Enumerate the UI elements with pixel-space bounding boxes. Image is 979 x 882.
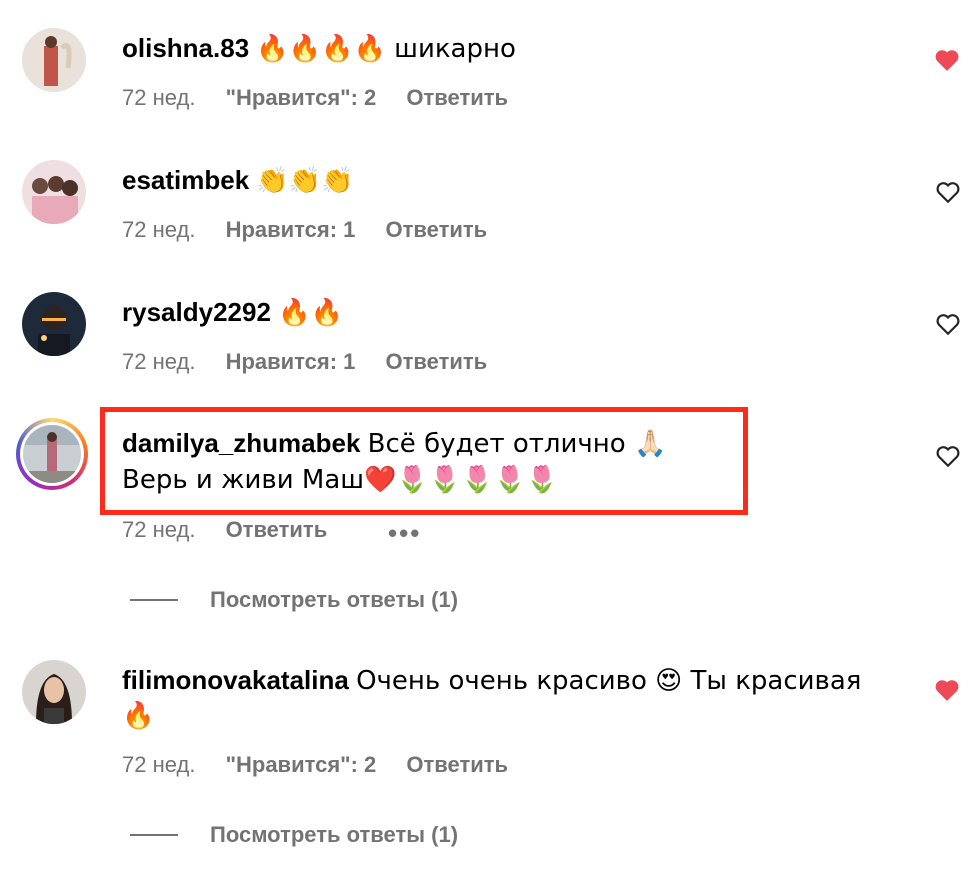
timestamp[interactable]: 72 нед.	[122, 752, 195, 777]
comment-text-line-2: Верь и живи Маш❤️🌷🌷🌷🌷🌷	[122, 465, 559, 495]
likes-count[interactable]: "Нравится": 2	[226, 752, 377, 777]
comment-text-line-2: 🔥	[122, 701, 155, 731]
username-link[interactable]: damilya_zhumabek	[122, 428, 360, 458]
comment-meta: 72 нед. Нравится: 1 Ответить	[122, 348, 511, 376]
heart-outline-icon[interactable]	[935, 444, 961, 468]
reply-button[interactable]: Ответить	[386, 217, 488, 242]
likes-count[interactable]: Нравится: 1	[226, 217, 356, 242]
comment-meta: 72 нед. Ответить	[122, 516, 351, 544]
avatar[interactable]	[23, 425, 81, 483]
comment-text: 🔥🔥	[278, 298, 343, 328]
heart-outline-icon[interactable]	[935, 312, 961, 336]
comment-meta: 72 нед. "Нравится": 2 Ответить	[122, 751, 532, 779]
comment-text: 👏👏👏	[256, 166, 354, 196]
comment-text-line: olishna.83 🔥🔥🔥🔥 шикарно	[122, 30, 516, 67]
username-link[interactable]: olishna.83	[122, 33, 249, 63]
comment-text: Очень очень красиво 😍 Ты красивая	[356, 666, 862, 696]
story-ring[interactable]	[16, 418, 88, 490]
comment-text-line: filimonovakatalina Очень очень красиво 😍…	[122, 662, 861, 699]
comment-text-line: rysaldy2292 🔥🔥	[122, 294, 343, 331]
avatar[interactable]	[22, 660, 86, 724]
avatar[interactable]	[22, 28, 86, 92]
reply-button[interactable]: Ответить	[226, 517, 328, 542]
comment-meta: 72 нед. Нравится: 1 Ответить	[122, 216, 511, 244]
reply-button[interactable]: Ответить	[386, 349, 488, 374]
timestamp[interactable]: 72 нед.	[122, 85, 195, 110]
timestamp[interactable]: 72 нед.	[122, 217, 195, 242]
comment-text-line: damilya_zhumabek Всё будет отлично 🙏🏻	[122, 425, 666, 462]
comment-text: Всё будет отлично 🙏🏻	[367, 429, 667, 459]
timestamp[interactable]: 72 нед.	[122, 517, 195, 542]
view-replies-button[interactable]: Посмотреть ответы (1)	[210, 586, 458, 614]
heart-outline-icon[interactable]	[935, 180, 961, 204]
reply-button[interactable]: Ответить	[406, 752, 508, 777]
avatar[interactable]	[22, 292, 86, 356]
username-link[interactable]: esatimbek	[122, 165, 249, 195]
timestamp[interactable]: 72 нед.	[122, 349, 195, 374]
comment-text: 🔥🔥🔥🔥 шикарно	[256, 34, 516, 64]
view-replies-button[interactable]: Посмотреть ответы (1)	[210, 821, 458, 849]
heart-filled-icon[interactable]	[934, 678, 960, 702]
likes-count[interactable]: "Нравится": 2	[226, 85, 377, 110]
comment-meta: 72 нед. "Нравится": 2 Ответить	[122, 84, 532, 112]
comment-text-line: esatimbek 👏👏👏	[122, 162, 354, 199]
username-link[interactable]: filimonovakatalina	[122, 665, 349, 695]
replies-divider	[130, 599, 178, 601]
reply-button[interactable]: Ответить	[406, 85, 508, 110]
heart-filled-icon[interactable]	[934, 48, 960, 72]
more-options-icon[interactable]: •••	[388, 518, 421, 549]
avatar[interactable]	[22, 160, 86, 224]
username-link[interactable]: rysaldy2292	[122, 297, 271, 327]
replies-divider	[130, 834, 178, 836]
likes-count[interactable]: Нравится: 1	[226, 349, 356, 374]
